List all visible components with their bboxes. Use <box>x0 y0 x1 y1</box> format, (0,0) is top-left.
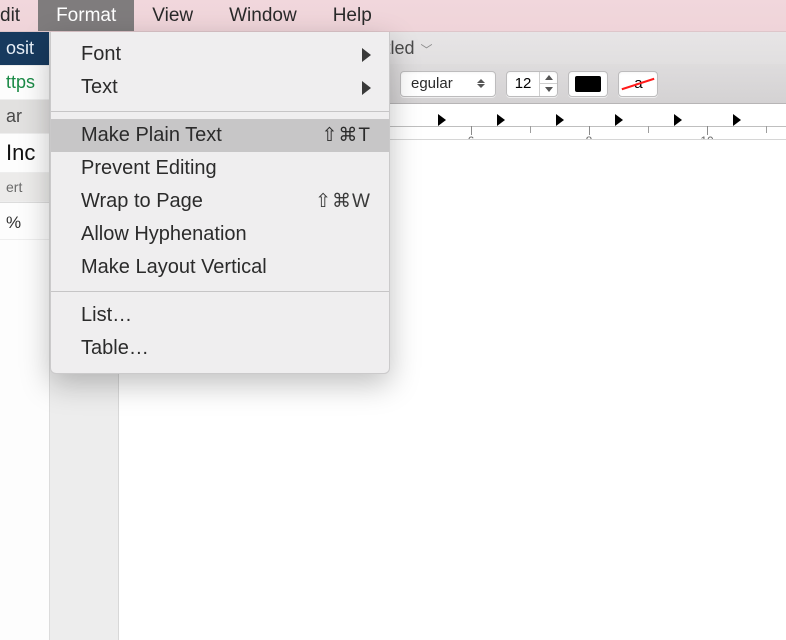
font-style-value: egular <box>411 75 453 92</box>
submenu-arrow-icon <box>362 81 371 95</box>
menu-format[interactable]: Format <box>38 0 134 31</box>
format-menu-dropdown: Font Text Make Plain Text ⇧⌘T Prevent Ed… <box>50 32 390 374</box>
font-size-stepper[interactable]: 12 <box>506 71 559 97</box>
font-size-stepper-buttons[interactable] <box>539 72 557 96</box>
menu-item-list[interactable]: List… <box>51 299 389 332</box>
text-color-button[interactable] <box>568 71 608 97</box>
color-swatch <box>575 76 601 92</box>
menu-bar[interactable]: dit Format View Window Help <box>0 0 786 32</box>
stepper-up[interactable] <box>540 72 557 85</box>
menu-item-font[interactable]: Font <box>51 38 389 71</box>
menu-edit[interactable]: dit <box>0 0 38 31</box>
menu-item-label: Font <box>81 43 362 66</box>
menu-item-label: Text <box>81 76 362 99</box>
menu-item-label: Prevent Editing <box>81 157 371 180</box>
bg-fragment: Inc <box>0 134 49 173</box>
stepper-down[interactable] <box>540 84 557 96</box>
tab-stop-icon[interactable] <box>733 114 741 126</box>
bg-fragment: % <box>0 202 49 240</box>
bg-fragment: ert <box>0 173 49 202</box>
chevron-down-icon[interactable]: ﹀ <box>421 41 433 58</box>
menu-item-label: List… <box>81 304 371 327</box>
menu-item-label: Make Layout Vertical <box>81 256 371 279</box>
menu-item-make-plain-text[interactable]: Make Plain Text ⇧⌘T <box>51 119 389 152</box>
menu-item-prevent-editing[interactable]: Prevent Editing <box>51 152 389 185</box>
bg-fragment: osit <box>0 32 49 66</box>
menu-item-shortcut: ⇧⌘W <box>315 190 371 213</box>
menu-separator <box>51 291 389 292</box>
tab-stop-icon[interactable] <box>438 114 446 126</box>
menu-item-allow-hyphenation[interactable]: Allow Hyphenation <box>51 218 389 251</box>
bg-fragment: ttps <box>0 66 49 100</box>
stepper-caret-icon <box>477 79 485 88</box>
menu-item-make-layout-vertical[interactable]: Make Layout Vertical <box>51 251 389 284</box>
menu-help[interactable]: Help <box>315 0 390 31</box>
menu-item-text[interactable]: Text <box>51 71 389 104</box>
tab-stop-icon[interactable] <box>556 114 564 126</box>
menu-separator <box>51 111 389 112</box>
background-app-strip: osit ttps ar Inc ert % <box>0 32 50 640</box>
menu-item-label: Table… <box>81 337 371 360</box>
menu-item-label: Wrap to Page <box>81 190 315 213</box>
menu-window[interactable]: Window <box>211 0 315 31</box>
menu-item-label: Allow Hyphenation <box>81 223 371 246</box>
menu-item-shortcut: ⇧⌘T <box>321 124 371 147</box>
menu-item-label: Make Plain Text <box>81 124 321 147</box>
tab-stop-icon[interactable] <box>615 114 623 126</box>
submenu-arrow-icon <box>362 48 371 62</box>
tab-stop-icon[interactable] <box>497 114 505 126</box>
bg-fragment: ar <box>0 100 49 134</box>
font-style-select[interactable]: egular <box>400 71 496 97</box>
highlight-color-button[interactable]: a <box>618 71 658 97</box>
menu-view[interactable]: View <box>134 0 211 31</box>
tab-stop-icon[interactable] <box>674 114 682 126</box>
font-size-value: 12 <box>507 75 540 92</box>
menu-item-wrap-to-page[interactable]: Wrap to Page ⇧⌘W <box>51 185 389 218</box>
menu-item-table[interactable]: Table… <box>51 332 389 365</box>
